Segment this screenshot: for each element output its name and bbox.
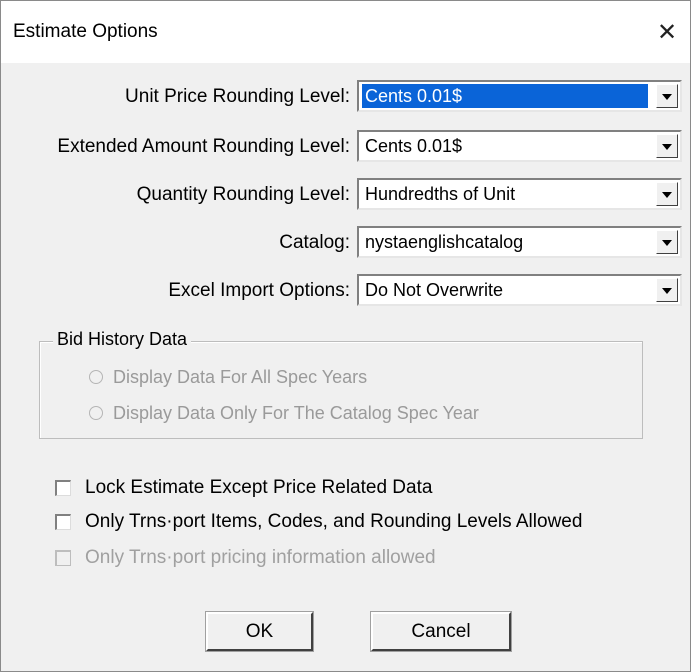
catalog-row: Catalog: nystaenglishcatalog — [1, 226, 690, 260]
excel-import-row: Excel Import Options: Do Not Overwrite — [1, 274, 690, 308]
radio-icon — [89, 406, 103, 420]
extended-amount-rounding-row: Extended Amount Rounding Level: Cents 0.… — [1, 130, 690, 164]
quantity-rounding-label: Quantity Rounding Level: — [136, 184, 350, 205]
radio-catalog-spec-year-label: Display Data Only For The Catalog Spec Y… — [113, 403, 479, 423]
close-icon[interactable]: ✕ — [644, 13, 690, 53]
checkbox-icon[interactable] — [55, 514, 71, 530]
bid-history-groupbox — [39, 341, 643, 439]
checkbox-icon[interactable] — [55, 480, 71, 496]
quantity-rounding-value: Hundredths of Unit — [365, 184, 516, 204]
title-bar: Estimate Options ✕ — [1, 1, 690, 63]
radio-all-spec-years-label: Display Data For All Spec Years — [113, 367, 368, 387]
only-trnsport-pricing-label: Only Trns·port pricing information allow… — [85, 547, 436, 568]
lock-estimate-label: Lock Estimate Except Price Related Data — [85, 477, 433, 498]
chevron-down-icon — [662, 192, 672, 198]
chevron-down-icon — [662, 240, 672, 246]
excel-import-select[interactable]: Do Not Overwrite — [357, 274, 682, 306]
unit-price-rounding-select[interactable]: Cents 0.01$ — [357, 80, 682, 112]
dropdown-button[interactable] — [656, 230, 678, 254]
catalog-select[interactable]: nystaenglishcatalog — [357, 226, 682, 258]
radio-icon — [89, 370, 103, 384]
dropdown-button[interactable] — [656, 84, 678, 108]
excel-import-value: Do Not Overwrite — [365, 280, 504, 300]
bid-history-title: Bid History Data — [53, 329, 192, 350]
quantity-rounding-select[interactable]: Hundredths of Unit — [357, 178, 682, 210]
dropdown-button[interactable] — [656, 278, 678, 302]
quantity-rounding-row: Quantity Rounding Level: Hundredths of U… — [1, 178, 690, 212]
extended-amount-rounding-select[interactable]: Cents 0.01$ — [357, 130, 682, 162]
excel-import-label: Excel Import Options: — [168, 280, 350, 301]
cancel-button[interactable]: Cancel — [370, 611, 512, 652]
extended-amount-rounding-label: Extended Amount Rounding Level: — [57, 136, 350, 157]
chevron-down-icon — [662, 94, 672, 100]
extended-amount-rounding-value: Cents 0.01$ — [365, 136, 463, 156]
estimate-options-dialog: Estimate Options ✕ Unit Price Rounding L… — [0, 0, 691, 672]
unit-price-rounding-label: Unit Price Rounding Level: — [125, 86, 350, 107]
only-trnsport-items-label: Only Trns·port Items, Codes, and Roundin… — [85, 511, 583, 532]
checkbox-icon — [55, 550, 71, 566]
dropdown-button[interactable] — [656, 134, 678, 158]
catalog-label: Catalog: — [279, 232, 350, 253]
ok-button[interactable]: OK — [205, 611, 314, 652]
unit-price-rounding-row: Unit Price Rounding Level: Cents 0.01$ — [1, 80, 690, 114]
dialog-title: Estimate Options — [13, 21, 158, 42]
dropdown-button[interactable] — [656, 182, 678, 206]
unit-price-rounding-value: Cents 0.01$ — [362, 84, 648, 108]
catalog-value: nystaenglishcatalog — [365, 232, 524, 252]
chevron-down-icon — [662, 288, 672, 294]
chevron-down-icon — [662, 144, 672, 150]
